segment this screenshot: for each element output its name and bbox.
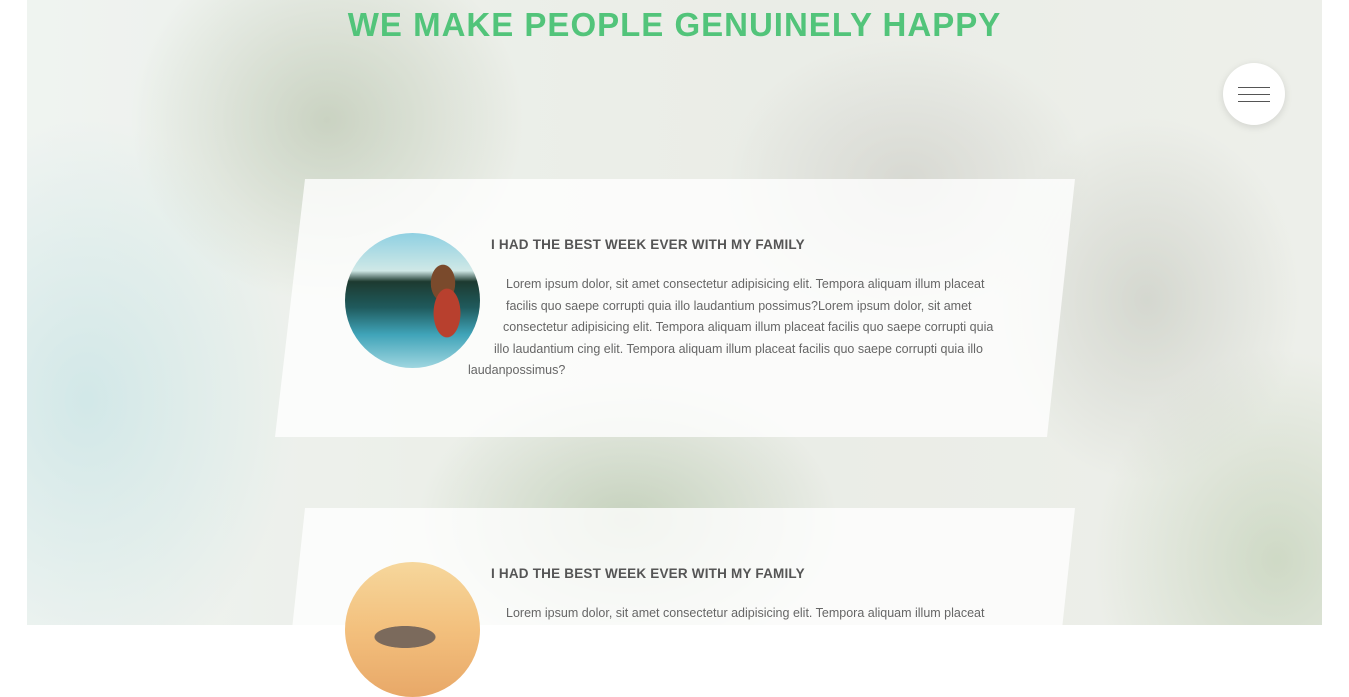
testimonial-text: Lorem ipsum dolor, sit amet consectetur … (468, 274, 993, 382)
testimonial-text-line: Lorem ipsum dolor, sit amet consectetur … (506, 277, 985, 291)
testimonial-text-line: facilis quo saepe corrupti quia illo lau… (506, 298, 972, 313)
testimonial-text-line: Lorem ipsum dolor, sit amet consectetur … (506, 606, 985, 620)
testimonial-avatar (345, 233, 480, 368)
testimonial-text-line: laudanpossimus? (468, 363, 566, 377)
hamburger-menu-icon (1238, 86, 1270, 88)
testimonial-text: Lorem ipsum dolor, sit amet consectetur … (468, 603, 984, 625)
testimonial-heading: I HAD THE BEST WEEK EVER WITH MY FAMILY (491, 237, 805, 252)
menu-button[interactable] (1223, 63, 1285, 125)
testimonial-avatar (345, 562, 480, 697)
testimonial-text-line: illo laudantium cing elit. Tempora aliqu… (494, 341, 983, 356)
page-title: WE MAKE PEOPLE GENUINELY HAPPY (347, 6, 1002, 43)
testimonial-text-line: consectetur adipisicing elit. Tempora al… (503, 320, 994, 334)
testimonial-heading: I HAD THE BEST WEEK EVER WITH MY FAMILY (491, 566, 805, 581)
